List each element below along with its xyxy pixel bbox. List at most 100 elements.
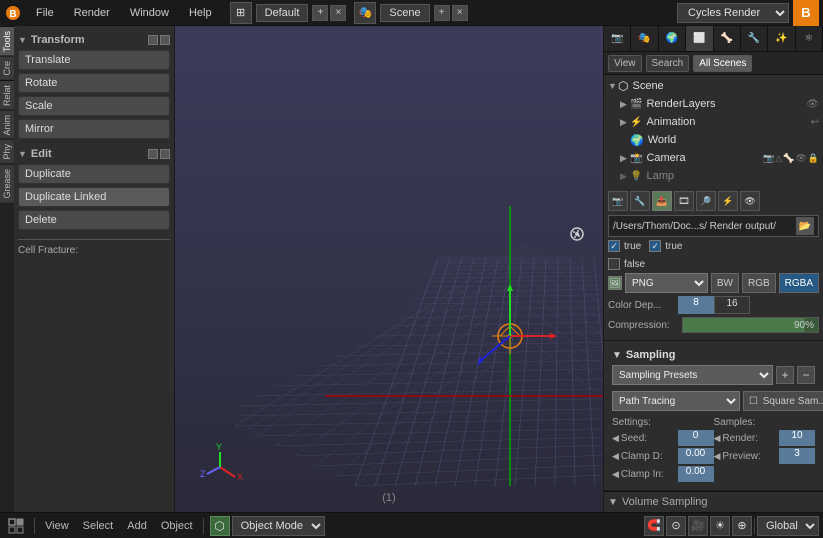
blender-icon: B	[793, 0, 819, 26]
bottom-select-item[interactable]: Select	[79, 518, 118, 534]
render-subtab-5[interactable]: 🔎	[696, 191, 716, 211]
sampling-preset-add-btn[interactable]: +	[776, 366, 794, 384]
seed-value[interactable]: 0	[678, 430, 714, 446]
clamp-direct-value[interactable]: 0.00	[678, 448, 714, 464]
overwrite-checkbox[interactable]: ✓	[608, 240, 620, 252]
placeholders-checkbox[interactable]	[608, 258, 620, 270]
viewport[interactable]: User Persp +	[175, 26, 603, 512]
render-value[interactable]: 10	[779, 430, 815, 446]
bw-btn[interactable]: BW	[711, 273, 739, 293]
sampling-method-select[interactable]: Path Tracing Branched Path Tracing	[612, 391, 740, 411]
tree-item-camera[interactable]: ▶ 📸 Camera 📷 △ 🦴 👁 🔒	[604, 149, 823, 167]
render-left-arrow[interactable]: ◀	[714, 433, 721, 444]
wrench-icon: 🔧	[748, 33, 760, 44]
props-tab-modifiers[interactable]: 🔧	[741, 26, 768, 51]
clamp-indirect-value[interactable]: 0.00	[678, 466, 714, 482]
format-select[interactable]: PNG JPEG OpenEXR	[625, 273, 708, 293]
workspace-add-icon[interactable]: +	[312, 5, 328, 21]
outliner-search-btn[interactable]: Search	[646, 55, 690, 72]
clamp-direct-left-arrow[interactable]: ◀	[612, 451, 619, 462]
bottom-add-item[interactable]: Add	[123, 518, 151, 534]
menu-render[interactable]: Render	[64, 0, 120, 26]
props-tab-physics[interactable]: ⚛	[796, 26, 823, 51]
render-mode-icon[interactable]: 🎥	[688, 516, 708, 536]
props-tab-render[interactable]: 📷	[604, 26, 631, 51]
outliner-view-btn[interactable]: View	[608, 55, 642, 72]
sampling-header[interactable]: ▼ Sampling	[608, 345, 819, 363]
rgb-btn[interactable]: RGB	[742, 273, 776, 293]
snap-icon[interactable]: 🧲	[644, 516, 664, 536]
mirror-button[interactable]: Mirror	[18, 119, 170, 139]
sidebar-tab-relations[interactable]: Relat	[0, 80, 14, 110]
render-subtab-4[interactable]: 🎞	[674, 191, 694, 211]
sidebar-tab-tools[interactable]: Tools	[0, 26, 14, 56]
shading-icon[interactable]: ☀	[710, 516, 730, 536]
scene-close-icon[interactable]: ×	[452, 5, 468, 21]
edit-collapse[interactable]	[148, 149, 158, 159]
menu-file[interactable]: File	[26, 0, 64, 26]
transform-collapse[interactable]	[148, 35, 158, 45]
edit-options[interactable]	[160, 149, 170, 159]
render-subtab-2[interactable]: 🔧	[630, 191, 650, 211]
rgba-btn[interactable]: RGBA	[779, 273, 819, 293]
render-subtab-6[interactable]: ⚡	[718, 191, 738, 211]
sidebar-tab-animation[interactable]: Anim	[0, 110, 14, 140]
sidebar-tab-physics[interactable]: Phy	[0, 139, 14, 164]
outliner-all-scenes-btn[interactable]: All Scenes	[693, 55, 752, 72]
tree-item-lamp[interactable]: ▶ 💡 Lamp	[604, 167, 823, 185]
placeholders-row: false	[608, 258, 819, 270]
seed-left-arrow[interactable]: ◀	[612, 433, 619, 444]
tree-item-animation[interactable]: ▶ ⚡ Animation ↩	[604, 113, 823, 131]
clamp-indirect-left-arrow[interactable]: ◀	[612, 469, 619, 480]
volume-sampling-header[interactable]: ▼ Volume Sampling	[608, 496, 819, 508]
tree-item-world[interactable]: 🌍 World	[604, 131, 823, 149]
color-depth-8[interactable]: 8	[678, 296, 714, 314]
square-samples-label: Square Sam...	[763, 396, 823, 407]
render-subtab-1[interactable]: 📷	[608, 191, 628, 211]
output-path-browse-btn[interactable]: 📂	[796, 217, 814, 235]
duplicate-linked-button[interactable]: Duplicate Linked	[18, 187, 170, 207]
bottom-view-item[interactable]: View	[41, 518, 73, 534]
scale-button[interactable]: Scale	[18, 96, 170, 116]
color-depth-16[interactable]: 16	[714, 296, 750, 314]
preview-left-arrow[interactable]: ◀	[714, 451, 721, 462]
edit-title: Edit	[31, 148, 52, 160]
render-subtab-7[interactable]: 👁	[740, 191, 760, 211]
transform-options[interactable]	[160, 35, 170, 45]
samples-col-header: Samples:	[714, 417, 816, 428]
sampling-presets-select[interactable]: Sampling Presets	[612, 365, 773, 385]
render-engine-select[interactable]: Cycles Render Blender Render	[677, 3, 789, 23]
tree-item-renderlayers[interactable]: ▶ 🎬 RenderLayers 👁	[604, 95, 823, 113]
menu-window[interactable]: Window	[120, 0, 179, 26]
scene-add-icon[interactable]: +	[434, 5, 450, 21]
props-tab-world[interactable]: 🌍	[659, 26, 686, 51]
props-tab-particles[interactable]: ✨	[768, 26, 795, 51]
sampling-preset-remove-btn[interactable]: −	[797, 366, 815, 384]
global-select[interactable]: Global Local	[757, 516, 819, 536]
proportional-edit-icon[interactable]: ⊙	[666, 516, 686, 536]
render-samples-row: ◀ Render: 10	[714, 430, 816, 446]
pie-menu-icon[interactable]: ⊕	[732, 516, 752, 536]
tree-item-scene[interactable]: ▼ ⬡ Scene	[604, 77, 823, 95]
rotate-button[interactable]: Rotate	[18, 73, 170, 93]
render-subtab-3[interactable]: 📤	[652, 191, 672, 211]
props-tab-scene[interactable]: 🎭	[631, 26, 658, 51]
translate-button[interactable]: Translate	[18, 50, 170, 70]
workspace-label[interactable]: Default	[256, 4, 309, 22]
bottom-bar-icon-item[interactable]	[4, 516, 28, 536]
compression-bar[interactable]: 90%	[682, 317, 819, 333]
props-tab-constraints[interactable]: 🦴	[714, 26, 741, 51]
sidebar-tab-create[interactable]: Cre	[0, 56, 14, 80]
menu-help[interactable]: Help	[179, 0, 222, 26]
props-tab-object[interactable]: ⬜	[686, 26, 713, 51]
delete-button[interactable]: Delete	[18, 210, 170, 230]
scene-label[interactable]: Scene	[380, 4, 429, 22]
square-samples-btn[interactable]: ☐ Square Sam...	[743, 391, 823, 411]
sidebar-tab-grease[interactable]: Grease	[0, 164, 14, 203]
object-mode-select[interactable]: Object Mode Edit Mode Sculpt Mode	[232, 516, 325, 536]
workspace-close-icon[interactable]: ×	[330, 5, 346, 21]
file-ext-checkbox[interactable]: ✓	[649, 240, 661, 252]
bottom-object-item[interactable]: Object	[157, 518, 197, 534]
duplicate-button[interactable]: Duplicate	[18, 164, 170, 184]
preview-value[interactable]: 3	[779, 448, 815, 464]
